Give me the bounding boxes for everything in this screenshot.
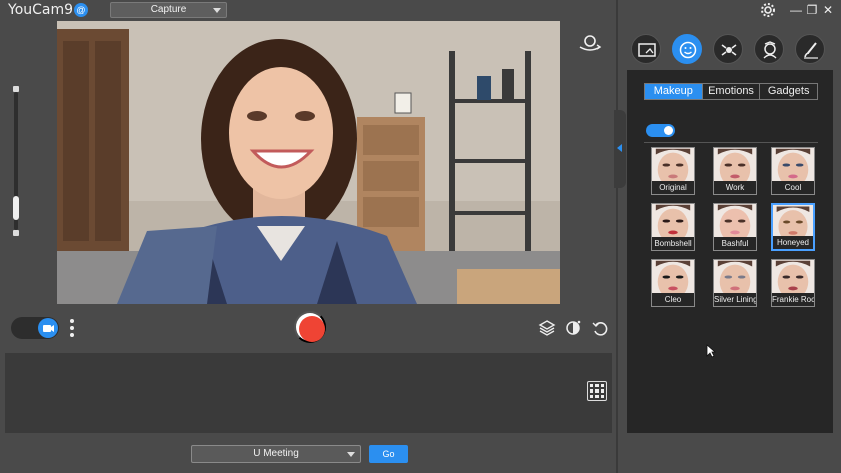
face-thumbnail xyxy=(775,148,811,182)
preset-label: Original xyxy=(652,181,694,194)
tab-emotions[interactable]: Emotions xyxy=(703,84,761,99)
camera-image xyxy=(57,21,560,304)
preset-cool[interactable]: Cool xyxy=(771,147,815,195)
effect-category-tabs xyxy=(626,32,836,68)
smiley-icon xyxy=(679,41,697,59)
preset-label: Bombshell xyxy=(652,237,694,250)
effects-panel: Makeup Emotions Gadgets Original Work Co… xyxy=(627,70,833,433)
mode-dropdown[interactable]: Capture xyxy=(110,2,227,18)
preset-label: Cool xyxy=(772,181,814,194)
more-vertical-icon[interactable] xyxy=(69,317,75,339)
mode-dropdown-value: Capture xyxy=(150,4,187,15)
restore-button[interactable]: ❐ xyxy=(804,2,820,18)
avatar-switch-icon[interactable] xyxy=(577,33,603,53)
face-thumbnail xyxy=(717,148,753,182)
photo-video-toggle[interactable] xyxy=(11,317,59,339)
tab-makeup[interactable]: Makeup xyxy=(645,84,703,99)
preset-label: Bashful xyxy=(714,237,756,250)
preset-label: Honeyed xyxy=(773,236,813,249)
app-title: YouCam9 xyxy=(8,2,74,18)
preset-bashful[interactable]: Bashful xyxy=(713,203,757,251)
undo-icon[interactable] xyxy=(591,319,609,337)
minimize-button[interactable]: — xyxy=(788,2,804,18)
scene-icon xyxy=(638,43,656,57)
chevron-down-icon xyxy=(213,8,221,13)
preset-label: Frankie Roc xyxy=(772,293,814,306)
video-camera-icon xyxy=(38,318,58,338)
face-thumbnail xyxy=(776,206,810,239)
layers-icon[interactable] xyxy=(538,319,556,337)
meeting-app-value: U Meeting xyxy=(253,448,299,459)
tab-avatar[interactable] xyxy=(754,34,784,64)
chevron-down-icon xyxy=(347,452,355,457)
account-icon[interactable]: @ xyxy=(74,3,88,17)
face-thumbnail xyxy=(717,204,753,238)
chevron-left-icon xyxy=(617,144,622,152)
preset-original[interactable]: Original xyxy=(651,147,695,195)
particles-icon xyxy=(721,44,737,56)
record-button[interactable] xyxy=(294,311,326,343)
tab-scene[interactable] xyxy=(631,34,661,64)
panel-collapse-handle[interactable] xyxy=(614,110,626,188)
face-thumbnail xyxy=(655,204,691,238)
meeting-app-dropdown[interactable]: U Meeting xyxy=(191,445,361,463)
face-thumbnail xyxy=(717,260,753,294)
effects-sub-tabs: Makeup Emotions Gadgets xyxy=(644,83,818,100)
title-bar: YouCam9 @ Capture xyxy=(0,0,616,20)
face-thumbnail xyxy=(655,260,691,294)
go-button[interactable]: Go xyxy=(369,445,408,463)
tab-particles[interactable] xyxy=(713,34,743,64)
zoom-out-icon[interactable] xyxy=(13,230,19,236)
preset-bombshell[interactable]: Bombshell xyxy=(651,203,695,251)
youcam-window: YouCam9 @ Capture U Meeting Go — ❐ ✕ Mak… xyxy=(0,0,841,473)
capture-gallery[interactable] xyxy=(5,353,612,433)
tab-face-effects[interactable] xyxy=(672,34,702,64)
mouse-cursor-icon xyxy=(706,344,716,358)
preset-label: Cleo xyxy=(652,293,694,306)
makeup-enable-toggle[interactable] xyxy=(646,124,675,137)
zoom-slider-thumb[interactable] xyxy=(13,196,19,220)
capture-controls xyxy=(0,305,616,351)
preset-label: Silver Lining xyxy=(714,293,756,306)
preset-frankie-roc[interactable]: Frankie Roc xyxy=(771,259,815,307)
window-controls: — ❐ ✕ xyxy=(760,2,840,20)
grid-icon[interactable] xyxy=(587,381,607,401)
face-thumbnail xyxy=(655,148,691,182)
face-thumbnail xyxy=(775,260,811,294)
camera-preview xyxy=(57,21,560,304)
panel-divider xyxy=(616,0,618,473)
gear-icon[interactable] xyxy=(760,2,776,18)
preset-label: Work xyxy=(714,181,756,194)
preset-silver-lining[interactable]: Silver Lining xyxy=(713,259,757,307)
preset-cleo[interactable]: Cleo xyxy=(651,259,695,307)
preset-honeyed[interactable]: Honeyed xyxy=(771,203,815,251)
tab-brush[interactable] xyxy=(795,34,825,64)
brightness-icon[interactable] xyxy=(564,319,582,337)
divider xyxy=(644,142,818,143)
zoom-slider[interactable] xyxy=(12,86,20,236)
tab-gadgets[interactable]: Gadgets xyxy=(760,84,817,99)
close-button[interactable]: ✕ xyxy=(820,2,836,18)
avatar-icon xyxy=(763,41,777,59)
preset-work[interactable]: Work xyxy=(713,147,757,195)
brush-icon xyxy=(804,42,818,59)
